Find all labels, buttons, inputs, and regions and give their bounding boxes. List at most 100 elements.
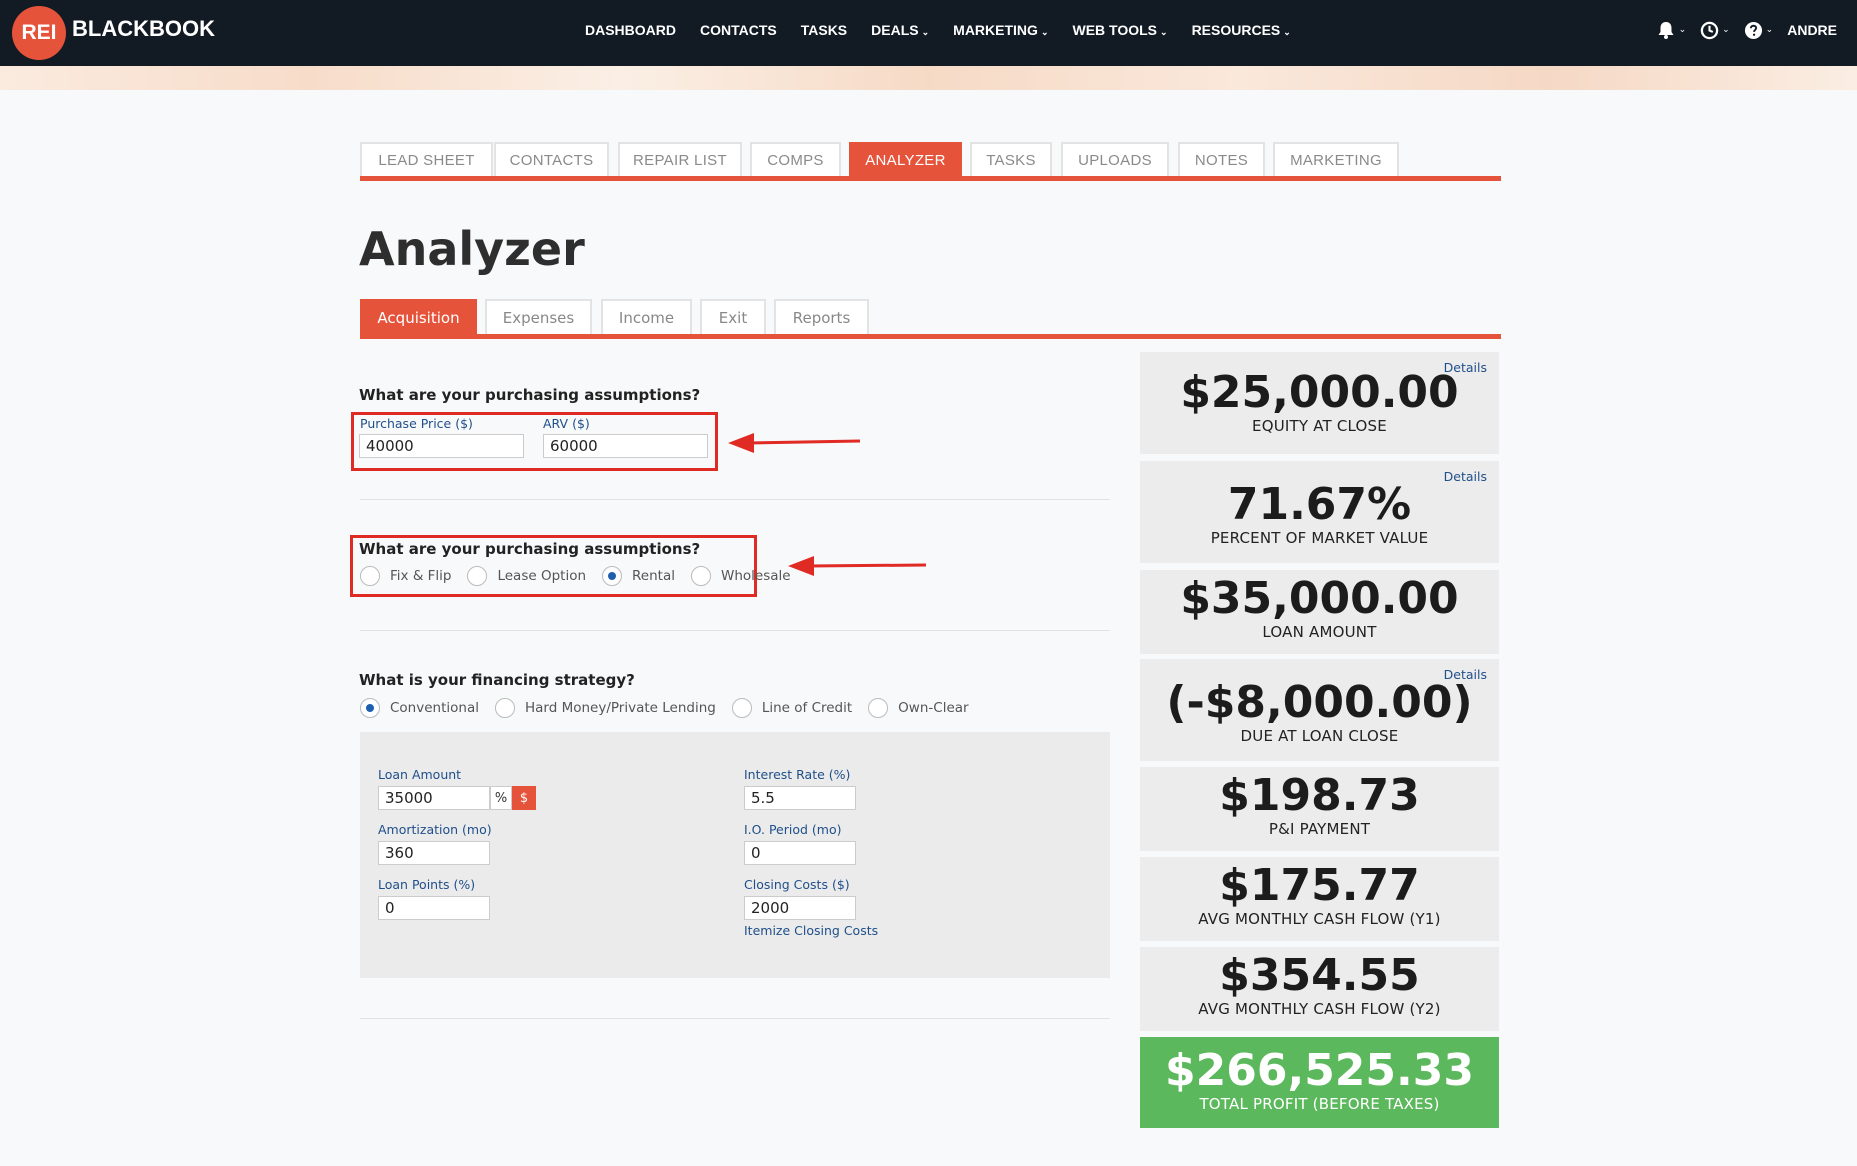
loan-unit-percent-toggle[interactable]: %: [490, 786, 512, 810]
nav-tasks[interactable]: TASKS: [801, 22, 847, 38]
nav-contacts[interactable]: CONTACTS: [700, 22, 777, 38]
loan-points-input[interactable]: 0: [378, 896, 490, 920]
card-cash-flow-y1: $175.77 AVG MONTHLY CASH FLOW (Y1): [1140, 857, 1499, 941]
card-percent-market-value: Details 71.67% PERCENT OF MARKET VALUE: [1140, 461, 1499, 563]
radio-conventional-label: Conventional: [390, 700, 479, 716]
radio-rental-label: Rental: [632, 568, 675, 584]
chevron-down-icon: ⌄: [1283, 27, 1291, 37]
tab-lead-sheet[interactable]: LEAD SHEET: [360, 142, 493, 176]
tab-reports[interactable]: Reports: [774, 299, 869, 335]
radio-line-of-credit[interactable]: [731, 698, 752, 718]
cf1-value: $175.77: [1219, 860, 1420, 911]
radio-wholesale[interactable]: [690, 566, 711, 586]
chevron-down-icon: ⌄: [1678, 25, 1687, 35]
brand-logo[interactable]: REI BLACKBOOK: [12, 6, 215, 60]
closing-costs-input[interactable]: 2000: [744, 896, 856, 920]
annotation-arrow-1: [728, 433, 861, 453]
interest-rate-label: Interest Rate (%): [744, 767, 851, 782]
arv-input[interactable]: 60000: [543, 434, 708, 458]
equity-label: EQUITY AT CLOSE: [1252, 417, 1387, 435]
radio-own-clear-label: Own-Clear: [898, 700, 969, 716]
loan-unit-dollar-toggle[interactable]: $: [512, 786, 536, 810]
tab-repair-list[interactable]: REPAIR LIST: [618, 142, 742, 176]
radio-hard-money[interactable]: [494, 698, 515, 718]
due-details-link[interactable]: Details: [1444, 667, 1487, 682]
chevron-down-icon: ⌄: [921, 27, 930, 37]
section-divider: [360, 630, 1110, 631]
pmv-label: PERCENT OF MARKET VALUE: [1210, 529, 1429, 547]
tab-contacts[interactable]: CONTACTS: [494, 142, 609, 176]
arv-label: ARV ($): [543, 416, 590, 431]
help-menu[interactable]: ⌄: [1744, 21, 1774, 40]
tab-analyzer[interactable]: ANALYZER: [849, 142, 962, 176]
equity-details-link[interactable]: Details: [1444, 360, 1487, 375]
tab-exit[interactable]: Exit: [700, 299, 766, 335]
pmv-details-link[interactable]: Details: [1444, 469, 1487, 484]
nav-dashboard[interactable]: DASHBOARD: [585, 22, 676, 38]
card-pi-payment: $198.73 P&I PAYMENT: [1140, 767, 1499, 851]
logo-text: BLACKBOOK: [72, 16, 215, 41]
card-loan-amount: $35,000.00 LOAN AMOUNT: [1140, 570, 1499, 654]
analyzer-tabs-underline: [360, 334, 1501, 339]
notifications-menu[interactable]: ⌄: [1656, 20, 1687, 40]
pi-label: P&I PAYMENT: [1268, 820, 1371, 838]
help-icon: [1744, 21, 1762, 39]
radio-line-of-credit-label: Line of Credit: [761, 700, 853, 716]
financing-radio-group: Conventional Hard Money/Private Lending …: [360, 698, 985, 718]
radio-lease-option-label: Lease Option: [497, 568, 587, 584]
nav-web-tools-label: WEB TOOLS: [1072, 22, 1158, 38]
purchase-question: What are your purchasing assumptions?: [359, 386, 701, 404]
profit-value: $266,525.33: [1165, 1045, 1474, 1096]
loan-points-label: Loan Points (%): [378, 877, 476, 892]
section-divider: [360, 1018, 1110, 1019]
section-divider: [360, 499, 1110, 500]
tab-income[interactable]: Income: [601, 299, 692, 335]
nav-resources-label: RESOURCES: [1191, 22, 1281, 38]
radio-wholesale-label: Wholesale: [720, 568, 791, 584]
tab-notes[interactable]: NOTES: [1178, 142, 1265, 176]
cf2-label: AVG MONTHLY CASH FLOW (Y2): [1198, 1000, 1441, 1018]
io-period-label: I.O. Period (mo): [744, 822, 842, 837]
tab-tasks[interactable]: TASKS: [970, 142, 1052, 176]
radio-conventional[interactable]: [360, 698, 380, 718]
header-background-strip: [0, 66, 1857, 90]
tab-marketing[interactable]: MARKETING: [1273, 142, 1399, 176]
strategy-radio-group: Fix & Flip Lease Option Rental Wholesale: [360, 566, 807, 586]
loan-label: LOAN AMOUNT: [1262, 623, 1377, 641]
loan-amount-input[interactable]: 35000: [378, 786, 490, 810]
purchase-price-label: Purchase Price ($): [360, 416, 473, 431]
interest-rate-input[interactable]: 5.5: [744, 786, 856, 810]
annotation-arrow-2: [788, 556, 927, 576]
radio-lease-option[interactable]: [467, 566, 488, 586]
record-tabs-underline: [360, 176, 1501, 181]
main-nav: DASHBOARD CONTACTS TASKS DEALS ⌄ MARKETIN…: [585, 0, 1315, 60]
chevron-down-icon: ⌄: [1040, 27, 1049, 37]
amortization-input[interactable]: 360: [378, 841, 490, 865]
radio-fix-flip[interactable]: [360, 566, 380, 586]
cf1-label: AVG MONTHLY CASH FLOW (Y1): [1198, 910, 1441, 928]
itemize-closing-costs-link[interactable]: Itemize Closing Costs: [744, 923, 878, 938]
nav-marketing[interactable]: MARKETING ⌄: [953, 22, 1048, 38]
history-menu[interactable]: ⌄: [1700, 21, 1730, 40]
nav-deals[interactable]: DEALS ⌄: [871, 22, 929, 38]
amortization-label: Amortization (mo): [378, 822, 492, 837]
user-menu[interactable]: ANDRE: [1787, 22, 1837, 38]
closing-costs-label: Closing Costs ($): [744, 877, 850, 892]
tab-acquisition[interactable]: Acquisition: [360, 299, 477, 335]
io-period-input[interactable]: 0: [744, 841, 856, 865]
nav-web-tools[interactable]: WEB TOOLS ⌄: [1072, 22, 1167, 38]
radio-rental[interactable]: [602, 566, 623, 586]
chevron-down-icon: ⌄: [1765, 25, 1774, 35]
page-title: Analyzer: [359, 222, 585, 276]
nav-resources[interactable]: RESOURCES ⌄: [1192, 22, 1291, 38]
tab-uploads[interactable]: UPLOADS: [1061, 142, 1169, 176]
tab-expenses[interactable]: Expenses: [485, 299, 592, 335]
purchase-price-input[interactable]: 40000: [359, 434, 524, 458]
nav-deals-label: DEALS: [871, 22, 919, 38]
radio-fix-flip-label: Fix & Flip: [390, 568, 452, 584]
tab-comps[interactable]: COMPS: [750, 142, 841, 176]
card-cash-flow-y2: $354.55 AVG MONTHLY CASH FLOW (Y2): [1140, 947, 1499, 1031]
radio-own-clear[interactable]: [868, 698, 889, 718]
logo-badge: REI: [12, 6, 66, 60]
loan-value: $35,000.00: [1180, 573, 1459, 624]
